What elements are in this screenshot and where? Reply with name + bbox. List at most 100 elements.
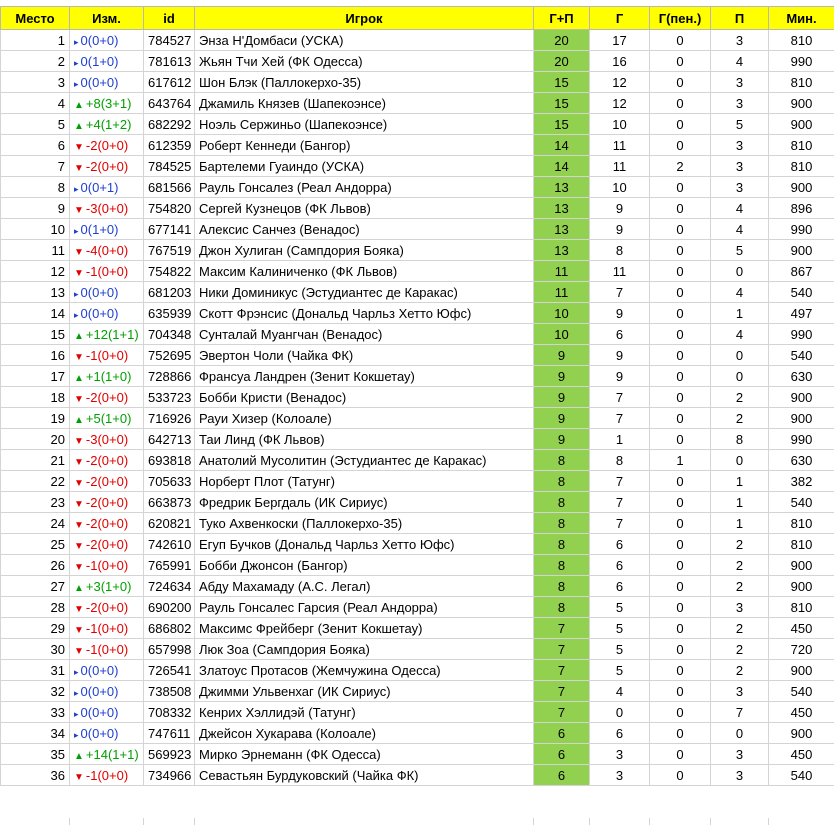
assists-cell[interactable]: 1 bbox=[710, 491, 769, 513]
goals-cell[interactable]: 1 bbox=[589, 428, 650, 450]
penalty-goals-cell[interactable]: 0 bbox=[649, 575, 711, 597]
goals-plus-assists-cell[interactable]: 14 bbox=[533, 155, 590, 177]
goals-cell[interactable]: 11 bbox=[589, 134, 650, 156]
change-cell[interactable]: ▼ -2(0+0) bbox=[69, 386, 144, 408]
penalty-goals-cell[interactable]: 0 bbox=[649, 491, 711, 513]
table-row[interactable]: 6 ▼ -2(0+0) 612359 Роберт Кеннеди (Бангор) 14… bbox=[0, 134, 834, 156]
goals-plus-assists-cell[interactable]: 8 bbox=[533, 554, 590, 576]
change-cell[interactable]: ▸ 0(1+0) bbox=[69, 50, 144, 72]
change-cell[interactable]: ▼ -2(0+0) bbox=[69, 470, 144, 492]
header-id[interactable]: id bbox=[143, 6, 195, 30]
table-row[interactable]: 25 ▼ -2(0+0) 742610 Егуп Бучков (Дональд Чар… bbox=[0, 533, 834, 555]
rank-cell[interactable]: 2 bbox=[0, 50, 70, 72]
goals-plus-assists-cell[interactable]: 15 bbox=[533, 113, 590, 135]
minutes-cell[interactable]: 382 bbox=[768, 470, 834, 492]
rank-cell[interactable]: 21 bbox=[0, 449, 70, 471]
goals-plus-assists-cell[interactable]: 8 bbox=[533, 449, 590, 471]
penalty-goals-cell[interactable]: 0 bbox=[649, 407, 711, 429]
rank-cell[interactable]: 3 bbox=[0, 71, 70, 93]
rank-cell[interactable]: 5 bbox=[0, 113, 70, 135]
player-cell[interactable]: Джейсон Хукарава (Колоале) bbox=[194, 722, 534, 744]
id-cell[interactable]: 693818 bbox=[143, 449, 195, 471]
minutes-cell[interactable]: 896 bbox=[768, 197, 834, 219]
rank-cell[interactable]: 33 bbox=[0, 701, 70, 723]
player-cell[interactable]: Скотт Фрэнсис (Дональд Чарльз Хетто Юфс) bbox=[194, 302, 534, 324]
player-cell[interactable]: Рауль Гонсалез (Реал Андорра) bbox=[194, 176, 534, 198]
table-row[interactable]: 5 ▲ +4(1+2) 682292 Ноэль Сержиньо (Шапекоэнс… bbox=[0, 113, 834, 135]
penalty-goals-cell[interactable]: 0 bbox=[649, 554, 711, 576]
player-cell[interactable]: Абду Махамаду (А.С. Легал) bbox=[194, 575, 534, 597]
player-cell[interactable]: Бобби Кристи (Венадос) bbox=[194, 386, 534, 408]
penalty-goals-cell[interactable]: 0 bbox=[649, 281, 711, 303]
change-cell[interactable]: ▸ 0(0+0) bbox=[69, 29, 144, 51]
table-row[interactable]: 33 ▸ 0(0+0) 708332 Кенрих Хэллидэй (Татунг) 7… bbox=[0, 701, 834, 723]
minutes-cell[interactable]: 540 bbox=[768, 491, 834, 513]
goals-cell[interactable]: 3 bbox=[589, 764, 650, 786]
goals-cell[interactable]: 4 bbox=[589, 680, 650, 702]
goals-plus-assists-cell[interactable]: 6 bbox=[533, 722, 590, 744]
assists-cell[interactable]: 1 bbox=[710, 512, 769, 534]
assists-cell[interactable]: 2 bbox=[710, 575, 769, 597]
player-cell[interactable]: Мирко Эрнеманн (ФК Одесса) bbox=[194, 743, 534, 765]
player-cell[interactable]: Туко Ахвенкоски (Паллокерхо-35) bbox=[194, 512, 534, 534]
id-cell[interactable]: 533723 bbox=[143, 386, 195, 408]
penalty-goals-cell[interactable]: 0 bbox=[649, 302, 711, 324]
goals-plus-assists-cell[interactable]: 13 bbox=[533, 197, 590, 219]
goals-cell[interactable]: 12 bbox=[589, 71, 650, 93]
minutes-cell[interactable]: 900 bbox=[768, 575, 834, 597]
table-row[interactable]: 9 ▼ -3(0+0) 754820 Сергей Кузнецов (ФК Львов… bbox=[0, 197, 834, 219]
penalty-goals-cell[interactable]: 0 bbox=[649, 50, 711, 72]
id-cell[interactable]: 704348 bbox=[143, 323, 195, 345]
rank-cell[interactable]: 35 bbox=[0, 743, 70, 765]
change-cell[interactable]: ▼ -2(0+0) bbox=[69, 491, 144, 513]
goals-cell[interactable]: 0 bbox=[589, 701, 650, 723]
id-cell[interactable]: 682292 bbox=[143, 113, 195, 135]
rank-cell[interactable]: 31 bbox=[0, 659, 70, 681]
assists-cell[interactable]: 3 bbox=[710, 134, 769, 156]
assists-cell[interactable]: 3 bbox=[710, 155, 769, 177]
player-cell[interactable]: Франсуа Ландрен (Зенит Кокшетау) bbox=[194, 365, 534, 387]
assists-cell[interactable]: 4 bbox=[710, 218, 769, 240]
assists-cell[interactable]: 2 bbox=[710, 638, 769, 660]
goals-cell[interactable]: 5 bbox=[589, 638, 650, 660]
goals-cell[interactable]: 8 bbox=[589, 449, 650, 471]
change-cell[interactable]: ▼ -1(0+0) bbox=[69, 617, 144, 639]
assists-cell[interactable]: 5 bbox=[710, 239, 769, 261]
id-cell[interactable]: 724634 bbox=[143, 575, 195, 597]
header-goals-plus-assists[interactable]: Г+П bbox=[533, 6, 590, 30]
goals-plus-assists-cell[interactable]: 8 bbox=[533, 575, 590, 597]
id-cell[interactable]: 734966 bbox=[143, 764, 195, 786]
change-cell[interactable]: ▼ -3(0+0) bbox=[69, 197, 144, 219]
player-cell[interactable]: Джимми Ульвенхаг (ИК Сириус) bbox=[194, 680, 534, 702]
rank-cell[interactable]: 27 bbox=[0, 575, 70, 597]
penalty-goals-cell[interactable]: 0 bbox=[649, 344, 711, 366]
table-row[interactable]: 28 ▼ -2(0+0) 690200 Рауль Гонсалес Гарсия (Р… bbox=[0, 596, 834, 618]
minutes-cell[interactable]: 540 bbox=[768, 281, 834, 303]
goals-plus-assists-cell[interactable]: 8 bbox=[533, 470, 590, 492]
table-row[interactable]: 24 ▼ -2(0+0) 620821 Туко Ахвенкоски (Паллоке… bbox=[0, 512, 834, 534]
assists-cell[interactable]: 2 bbox=[710, 386, 769, 408]
table-row[interactable]: 7 ▼ -2(0+0) 784525 Бартелеми Гуаиндо (УСКА) 1… bbox=[0, 155, 834, 177]
minutes-cell[interactable]: 900 bbox=[768, 176, 834, 198]
goals-plus-assists-cell[interactable]: 9 bbox=[533, 428, 590, 450]
id-cell[interactable]: 754822 bbox=[143, 260, 195, 282]
goals-cell[interactable]: 7 bbox=[589, 281, 650, 303]
minutes-cell[interactable]: 900 bbox=[768, 92, 834, 114]
change-cell[interactable]: ▲ +14(1+1) bbox=[69, 743, 144, 765]
goals-plus-assists-cell[interactable]: 6 bbox=[533, 764, 590, 786]
table-row[interactable]: 27 ▲ +3(1+0) 724634 Абду Махамаду (А.С. Лега… bbox=[0, 575, 834, 597]
change-cell[interactable]: ▸ 0(0+0) bbox=[69, 680, 144, 702]
table-row[interactable]: 16 ▼ -1(0+0) 752695 Эвертон Чоли (Чайка ФК) 9… bbox=[0, 344, 834, 366]
assists-cell[interactable]: 2 bbox=[710, 533, 769, 555]
minutes-cell[interactable]: 990 bbox=[768, 50, 834, 72]
minutes-cell[interactable]: 497 bbox=[768, 302, 834, 324]
player-cell[interactable]: Люк Зоа (Сампдория Бояка) bbox=[194, 638, 534, 660]
minutes-cell[interactable]: 990 bbox=[768, 218, 834, 240]
assists-cell[interactable]: 0 bbox=[710, 365, 769, 387]
goals-cell[interactable]: 12 bbox=[589, 92, 650, 114]
assists-cell[interactable]: 0 bbox=[710, 449, 769, 471]
change-cell[interactable]: ▲ +4(1+2) bbox=[69, 113, 144, 135]
header-penalty-goals[interactable]: Г(пен.) bbox=[649, 6, 711, 30]
rank-cell[interactable]: 6 bbox=[0, 134, 70, 156]
penalty-goals-cell[interactable]: 0 bbox=[649, 743, 711, 765]
